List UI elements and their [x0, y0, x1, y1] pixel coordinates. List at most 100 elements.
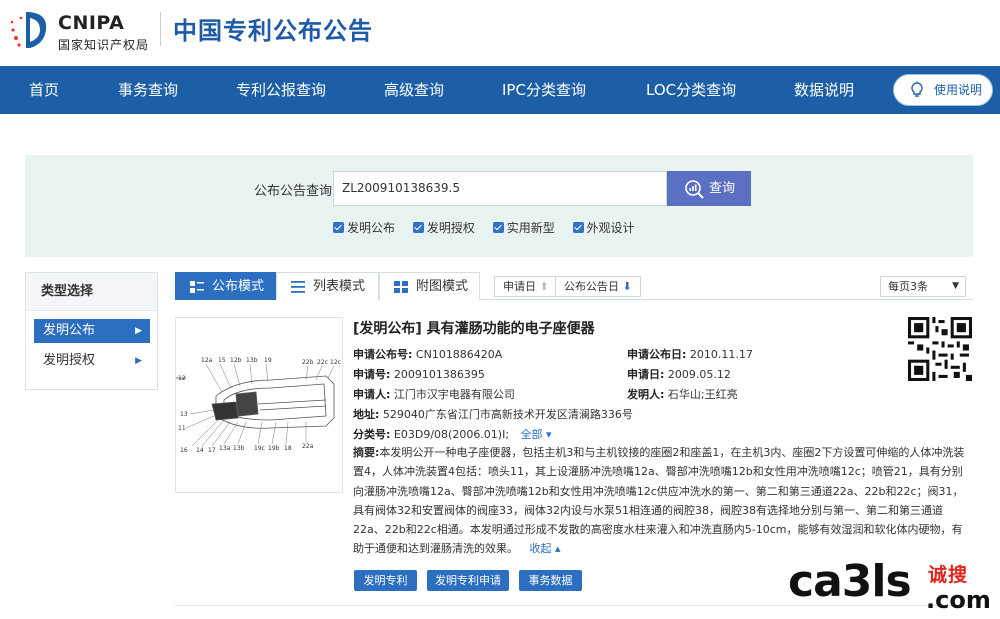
figure-label: 22c — [317, 359, 328, 366]
search-label: 公布公告查询 — [254, 184, 333, 199]
inventor-field: 发明人: 石华山;王红亮 — [627, 386, 738, 402]
qr-code-icon — [908, 317, 972, 381]
sort-label: 申请日 — [503, 280, 536, 293]
logo-english-text: CNIPA — [58, 12, 125, 34]
chevron-right-icon: ▶ — [135, 326, 142, 336]
figure-label: 11 — [178, 425, 186, 432]
pub-no-field: 申请公布号: CN101886420A — [353, 346, 502, 362]
type-checkboxes: 发明公布 发明授权 实用新型 外观设计 — [333, 219, 649, 236]
patent-figure[interactable]: 12a 15 12b 13b 19 22b 22c 12c 12 13 11 1… — [175, 317, 343, 493]
figure-label: 13b — [246, 357, 258, 364]
applicant-field: 申请人: 江门市汉宇电器有限公司 — [353, 386, 515, 402]
patent-drawing: 12a 15 12b 13b 19 22b 22c 12c 12 13 11 1… — [176, 357, 341, 454]
figure-label: 18 — [284, 445, 292, 452]
collapse-label: 收起 — [529, 542, 552, 556]
figure-label: 17 — [208, 447, 216, 454]
inventor-label: 发明人: — [627, 388, 665, 401]
app-date-field: 申请日: 2009.05.12 — [627, 366, 731, 382]
search-input[interactable]: ZL200910138639.5 — [333, 171, 667, 206]
search-button[interactable]: 查询 — [667, 171, 751, 206]
app-date-label: 申请日: — [627, 368, 665, 381]
result-toolbar: 公布模式 列表模式 附图模式 申请日 ⬆ 公布公告日 ⬇ — [175, 272, 973, 300]
sidebar-item-invention-grant[interactable]: 发明授权 ▶ — [34, 349, 150, 373]
help-label: 使用说明 — [934, 83, 983, 97]
tab-label: 公布模式 — [212, 279, 265, 294]
pub-date-value: 2010.11.17 — [689, 348, 753, 361]
figure-label: 19c — [254, 445, 265, 452]
lightbulb-icon — [911, 81, 923, 97]
nav-gazette-query[interactable]: 专利公报查询 — [236, 66, 326, 114]
chevron-down-icon: ▼ — [952, 281, 959, 291]
tab-label: 列表模式 — [313, 279, 366, 294]
nav-ipc-query[interactable]: IPC分类查询 — [502, 66, 586, 114]
site-header: CNIPA 国家知识产权局 中国专利公布公告 — [0, 0, 1000, 66]
checkbox-invention-grant[interactable]: 发明授权 — [412, 219, 475, 236]
figure-label: 15 — [218, 357, 226, 364]
nav-data-description[interactable]: 数据说明 — [794, 66, 854, 114]
invention-application-button[interactable]: 发明专利申请 — [427, 570, 509, 591]
app-date-value: 2009.05.12 — [667, 368, 731, 381]
checkbox-label: 发明授权 — [426, 221, 475, 235]
figure-label: 13b — [233, 445, 245, 452]
checkbox-utility-model[interactable]: 实用新型 — [492, 219, 555, 236]
type-sidebar: 类型选择 发明公布 ▶ 发明授权 ▶ — [25, 272, 158, 390]
sort-label: 公布公告日 — [564, 280, 619, 293]
address-field: 地址: 529040广东省江门市高新技术开发区清澜路336号 — [353, 406, 633, 422]
sidebar-item-label: 发明授权 — [43, 353, 96, 368]
arrow-down-icon: ⬇ — [622, 280, 632, 293]
nav-transaction-query[interactable]: 事务查询 — [118, 66, 178, 114]
figure-label: 22a — [302, 443, 314, 450]
tab-list-mode[interactable]: 列表模式 — [276, 272, 379, 300]
nav-advanced-query[interactable]: 高级查询 — [384, 66, 444, 114]
site-title: 中国专利公布公告 — [173, 17, 373, 45]
figure-label: 12c — [330, 359, 341, 366]
app-no-label: 申请号: — [353, 368, 391, 381]
figure-label: 13 — [180, 411, 188, 418]
pub-date-field: 申请公布日: 2010.11.17 — [627, 346, 753, 362]
watermark-big-text: ca3ls — [788, 556, 912, 607]
sort-by-pub-date[interactable]: 公布公告日 ⬇ — [555, 276, 641, 297]
checkbox-label: 外观设计 — [586, 221, 635, 235]
checkbox-label: 发明公布 — [347, 221, 396, 235]
cnipa-logo[interactable]: CNIPA 国家知识产权局 — [8, 6, 158, 56]
inventor-value: 石华山;王红亮 — [667, 388, 738, 401]
main-nav: 首页 事务查询 专利公报查询 高级查询 IPC分类查询 LOC分类查询 数据说明… — [0, 66, 1000, 114]
watermark-chinese-text: 诚搜 — [928, 564, 969, 586]
list-icon — [291, 281, 305, 293]
classification-value: E03D9/08(2006.01)I; — [393, 428, 510, 441]
collapse-link[interactable]: 收起 ▴ — [530, 542, 561, 555]
checkbox-invention-publication[interactable]: 发明公布 — [333, 219, 395, 236]
figure-label: 14 — [196, 447, 204, 454]
address-value: 529040广东省江门市高新技术开发区清澜路336号 — [382, 408, 633, 421]
checkbox-design[interactable]: 外观设计 — [572, 219, 635, 236]
help-button[interactable]: 使用说明 — [893, 74, 993, 106]
cnipa-emblem-icon — [10, 12, 47, 48]
per-page-select[interactable]: 每页3条 ▼ — [880, 276, 966, 297]
show-all-classes-link[interactable]: 全部 ▾ — [521, 428, 552, 441]
show-all-label: 全部 — [520, 428, 543, 441]
watermark-logo: ca3ls 诚搜 .com — [788, 556, 998, 618]
transaction-data-button[interactable]: 事务数据 — [519, 570, 582, 591]
search-chart-icon — [685, 180, 704, 199]
sidebar-item-invention-publication[interactable]: 发明公布 ▶ — [34, 319, 150, 343]
checkbox-checked-icon — [492, 222, 504, 233]
result-title[interactable]: [发明公布] 具有灌肠功能的电子座便器 — [353, 318, 595, 338]
invention-patent-button[interactable]: 发明专利 — [354, 570, 417, 591]
tab-figure-mode[interactable]: 附图模式 — [379, 272, 480, 300]
abstract: 摘要:本发明公开一种电子座便器，包括主机3和与主机铰接的座圈2和座盖1，在主机3… — [353, 443, 971, 559]
nav-home[interactable]: 首页 — [29, 66, 59, 114]
applicant-label: 申请人: — [353, 388, 391, 401]
logo-chinese-text: 国家知识产权局 — [58, 38, 150, 52]
address-label: 地址: — [353, 408, 380, 421]
abstract-text: 本发明公开一种电子座便器，包括主机3和与主机铰接的座圈2和座盖1，在主机3内、座… — [353, 446, 965, 556]
figure-label: 19b — [268, 445, 280, 452]
sort-by-apply-date[interactable]: 申请日 ⬆ — [494, 276, 558, 297]
checkbox-label: 实用新型 — [506, 221, 555, 235]
grid-icon — [394, 281, 408, 293]
classification-label: 分类号: — [353, 428, 391, 441]
sidebar-item-label: 发明公布 — [43, 323, 96, 338]
sidebar-title: 类型选择 — [26, 273, 157, 311]
tab-label: 附图模式 — [416, 279, 469, 294]
nav-loc-query[interactable]: LOC分类查询 — [646, 66, 736, 114]
tab-publication-mode[interactable]: 公布模式 — [175, 272, 276, 300]
